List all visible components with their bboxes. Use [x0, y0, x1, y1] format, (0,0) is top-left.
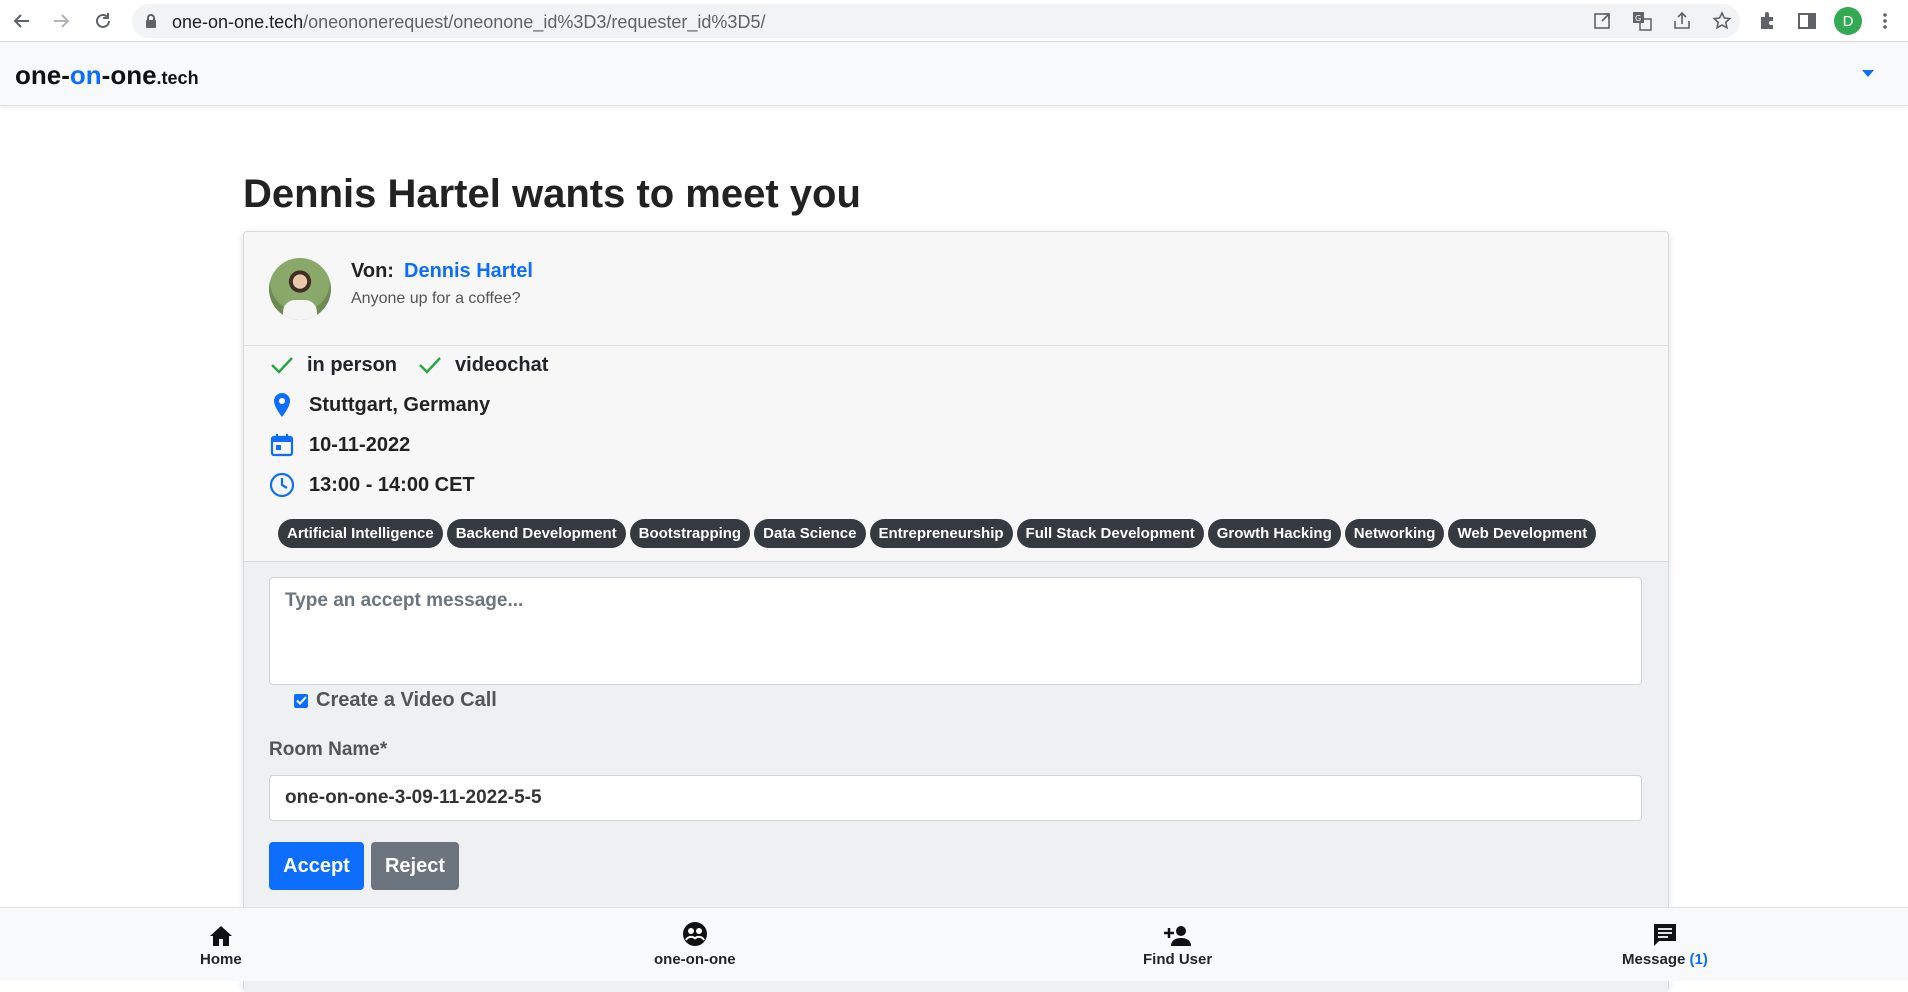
location-text: Stuttgart, Germany [309, 393, 491, 416]
one-on-one-icon [681, 918, 709, 948]
tag-badge: Full Stack Development [1016, 519, 1204, 548]
check-icon [417, 352, 443, 378]
svg-text:G: G [1635, 14, 1641, 23]
more-menu-icon[interactable] [1872, 8, 1898, 34]
app-navbar: one-on-one.tech [0, 42, 1908, 106]
meeting-modes: in person videochat [269, 352, 548, 378]
accept-button[interactable]: Accept [269, 842, 364, 890]
back-icon[interactable] [7, 6, 37, 36]
browser-toolbar: one-on-one.tech/oneononerequest/oneonone… [0, 0, 1908, 42]
time-row: 13:00 - 14:00 CET [269, 472, 475, 498]
tag-badge: Networking [1344, 519, 1445, 548]
tag-badge: Growth Hacking [1207, 519, 1341, 548]
forward-icon[interactable] [46, 6, 76, 36]
url-text: one-on-one.tech/oneononerequest/oneonone… [172, 12, 766, 32]
request-message: Anyone up for a coffee? [351, 290, 521, 307]
translate-icon[interactable]: G [1629, 10, 1655, 32]
location-row: Stuttgart, Germany [269, 392, 490, 418]
requester-avatar [269, 258, 331, 320]
location-pin-icon [269, 392, 295, 418]
open-in-app-icon[interactable] [1589, 10, 1615, 32]
request-card: Von: Dennis Hartel Anyone up for a coffe… [243, 231, 1669, 992]
calendar-icon [269, 432, 295, 458]
message-icon [1652, 918, 1678, 948]
room-name-input[interactable]: one-on-one-3-09-11-2022-5-5 [269, 775, 1642, 821]
lock-icon [144, 13, 158, 34]
date-row: 10-11-2022 [269, 432, 410, 458]
side-panel-icon[interactable] [1794, 8, 1820, 34]
tag-badge: Web Development [1448, 519, 1597, 548]
request-header: Von: Dennis Hartel Anyone up for a coffe… [244, 232, 1668, 346]
tag-badge: Bootstrapping [629, 519, 751, 548]
room-name-value: one-on-one-3-09-11-2022-5-5 [285, 787, 542, 808]
bookmark-star-icon[interactable] [1709, 10, 1735, 32]
reject-button[interactable]: Reject [371, 842, 459, 890]
mode-in-person: in person [307, 353, 398, 376]
profile-avatar[interactable]: D [1834, 7, 1862, 35]
accept-message-input[interactable] [269, 577, 1642, 685]
tag-badge: Entrepreneurship [869, 519, 1013, 548]
clock-icon [269, 472, 295, 498]
address-bar[interactable]: one-on-one.tech/oneononerequest/oneonone… [132, 4, 1740, 38]
from-label: Von: [351, 260, 394, 282]
nav-find-user-label: Find User [1143, 951, 1213, 968]
video-call-option[interactable]: Create a Video Call [294, 689, 497, 712]
home-icon [208, 918, 234, 948]
page-title: Dennis Hartel wants to meet you [243, 172, 861, 216]
nav-find-user[interactable]: Find User [1143, 918, 1212, 968]
tag-badge: Backend Development [446, 519, 626, 548]
extensions-icon[interactable] [1754, 8, 1780, 34]
tag-badge: Artificial Intelligence [278, 519, 443, 548]
video-call-label: Create a Video Call [316, 689, 497, 711]
date-text: 10-11-2022 [309, 433, 411, 456]
tag-badge: Data Science [754, 519, 866, 548]
video-call-checkbox[interactable] [294, 693, 308, 708]
nav-message-label: Message (1) [1622, 951, 1708, 968]
room-name-label: Room Name* [269, 739, 388, 760]
mode-videochat: videochat [455, 353, 549, 376]
bottom-navigation: Home one-on-one Find User Message (1) [0, 907, 1908, 981]
message-count-badge: (1) [1689, 951, 1708, 968]
nav-one-on-one-label: one-on-one [654, 951, 736, 968]
nav-home-label: Home [200, 951, 242, 968]
nav-message[interactable]: Message (1) [1622, 918, 1708, 968]
share-icon[interactable] [1669, 10, 1695, 32]
form-divider [244, 561, 1668, 562]
nav-one-on-one[interactable]: one-on-one [654, 918, 736, 968]
requester-name-link[interactable]: Dennis Hartel [404, 260, 533, 283]
add-user-icon [1163, 918, 1193, 948]
nav-home[interactable]: Home [200, 918, 242, 968]
interest-tags: Artificial Intelligence Backend Developm… [278, 519, 1597, 548]
reload-icon[interactable] [88, 6, 118, 36]
dropdown-caret-icon[interactable] [1862, 70, 1874, 77]
check-icon [269, 352, 295, 378]
brand-logo[interactable]: one-on-one.tech [15, 60, 199, 91]
time-text: 13:00 - 14:00 CET [309, 473, 475, 496]
